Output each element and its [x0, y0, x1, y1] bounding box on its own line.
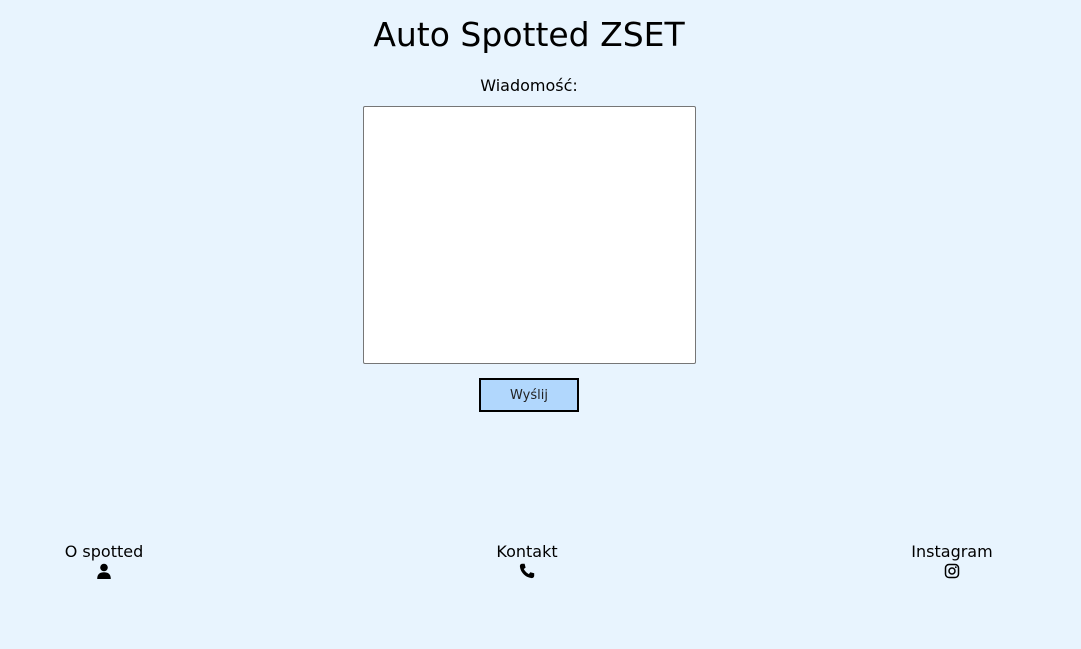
person-icon [97, 563, 111, 579]
message-textarea[interactable] [363, 106, 696, 364]
footer-link-contact[interactable]: Kontakt [447, 542, 607, 579]
instagram-icon [944, 563, 960, 579]
footer-link-about-label: O spotted [64, 542, 144, 561]
footer-link-instagram-label: Instagram [911, 542, 993, 561]
footer-link-about[interactable]: O spotted [24, 542, 184, 579]
footer-link-contact-label: Kontakt [496, 542, 558, 561]
page-title: Auto Spotted ZSET [373, 15, 685, 54]
message-label: Wiadomość: [480, 76, 578, 95]
page: Auto Spotted ZSET Wiadomość: Wyślij O sp… [0, 0, 1081, 649]
send-button[interactable]: Wyślij [479, 378, 579, 412]
footer-link-instagram[interactable]: Instagram [872, 542, 1032, 579]
phone-icon [519, 563, 535, 579]
